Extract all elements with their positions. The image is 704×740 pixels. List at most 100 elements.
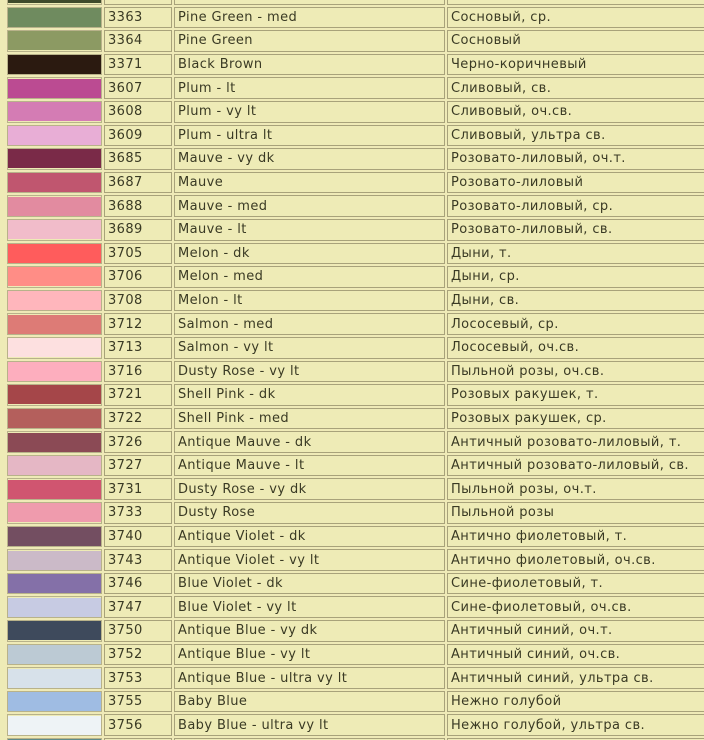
color-swatch-cell xyxy=(7,289,102,312)
thread-code: 3747 xyxy=(104,596,172,619)
color-name-english: Salmon - med xyxy=(174,313,445,335)
color-name-english: Shell Pink - dk xyxy=(174,384,445,406)
color-swatch-cell xyxy=(7,148,102,170)
color-swatch-cell xyxy=(7,407,102,430)
color-name-english: Antique Mauve - lt xyxy=(174,454,445,477)
color-name-english xyxy=(174,0,445,5)
table-row: 3687 Mauve Розовато-лиловый xyxy=(7,171,704,194)
color-swatch xyxy=(8,125,101,145)
color-swatch-cell xyxy=(7,171,102,194)
color-name-english: Dusty Rose - vy lt xyxy=(174,360,445,383)
color-swatch xyxy=(8,385,101,405)
color-swatch xyxy=(8,597,101,617)
color-swatch-cell xyxy=(7,384,102,406)
color-swatch xyxy=(8,31,101,51)
color-name-russian: Античный синий, ультра св. xyxy=(447,667,704,689)
color-swatch-cell xyxy=(7,100,102,123)
thread-code: 3363 xyxy=(104,6,172,29)
table-row: 3609 Plum - ultra lt Сливовый, ультра св. xyxy=(7,124,704,147)
thread-code: 3746 xyxy=(104,572,172,595)
color-name-russian: Розовато-лиловый, св. xyxy=(447,218,704,241)
color-name-russian: Сливовый, ультра св. xyxy=(447,124,704,147)
thread-code: 3607 xyxy=(104,77,172,99)
color-name-russian: Нежно голубой, ультра св. xyxy=(447,714,704,736)
color-swatch-cell xyxy=(7,266,102,288)
color-name-english: Baby Blue - ultra vy lt xyxy=(174,714,445,736)
color-name-russian: Черно-коричневый xyxy=(447,53,704,76)
color-name-russian: Розовато-лиловый, оч.т. xyxy=(447,148,704,170)
color-name-english: Mauve - med xyxy=(174,195,445,217)
table-row: 3608 Plum - vy lt Сливовый, оч.св. xyxy=(7,100,704,123)
color-swatch xyxy=(8,0,101,4)
color-name-russian: Дыни, ср. xyxy=(447,266,704,288)
table-row: 3712 Salmon - med Лососевый, ср. xyxy=(7,313,704,335)
thread-code: 3743 xyxy=(104,549,172,571)
thread-code: 3609 xyxy=(104,124,172,147)
color-swatch xyxy=(8,526,101,546)
color-swatch-cell xyxy=(7,242,102,265)
color-swatch xyxy=(8,220,101,240)
color-swatch xyxy=(8,456,101,476)
thread-code: 3685 xyxy=(104,148,172,170)
color-swatch xyxy=(8,361,101,381)
color-name-english: Antique Blue - vy lt xyxy=(174,643,445,666)
color-swatch-cell xyxy=(7,431,102,453)
table-row: 3363 Pine Green - med Сосновый, ср. xyxy=(7,6,704,29)
table-row: 3752 Antique Blue - vy lt Античный синий, … xyxy=(7,643,704,666)
color-swatch xyxy=(8,644,101,664)
color-name-russian: Сосновый, ср. xyxy=(447,6,704,29)
thread-code: 3689 xyxy=(104,218,172,241)
table-row: 3685 Mauve - vy dk Розовато-лиловый, оч.т. xyxy=(7,148,704,170)
table-row: 3740 Antique Violet - dk Антично фиолетовы… xyxy=(7,525,704,548)
color-swatch xyxy=(8,338,101,358)
color-name-russian: Розовато-лиловый xyxy=(447,171,704,194)
thread-code: 3722 xyxy=(104,407,172,430)
table-body: 3363 Pine Green - med Сосновый, ср. 3364 Pin… xyxy=(7,0,704,740)
table-row xyxy=(7,0,704,5)
color-name-english: Antique Blue - vy dk xyxy=(174,620,445,642)
color-name-russian: Лососевый, ср. xyxy=(447,313,704,335)
color-name-english: Pine Green - med xyxy=(174,6,445,29)
color-swatch-cell xyxy=(7,690,102,713)
color-swatch xyxy=(8,479,101,499)
table-row: 3746 Blue Violet - dk Сине-фиолетовый, т. xyxy=(7,572,704,595)
color-swatch-cell xyxy=(7,30,102,52)
color-name-english: Shell Pink - med xyxy=(174,407,445,430)
table-row: 3713 Salmon - vy lt Лососевый, оч.св. xyxy=(7,336,704,359)
color-name-russian: Античный розовато-лиловый, т. xyxy=(447,431,704,453)
color-name-russian: Античный синий, оч.т. xyxy=(447,620,704,642)
color-name-english: Pine Green xyxy=(174,30,445,52)
thread-code: 3687 xyxy=(104,171,172,194)
color-swatch-cell xyxy=(7,502,102,524)
color-name-russian: Нежно голубой xyxy=(447,690,704,713)
color-swatch-cell xyxy=(7,667,102,689)
color-swatch-cell xyxy=(7,714,102,736)
color-swatch xyxy=(8,621,101,641)
thread-code: 3731 xyxy=(104,478,172,501)
color-name-russian: Розовых ракушек, ср. xyxy=(447,407,704,430)
color-name-english: Mauve - lt xyxy=(174,218,445,241)
color-name-english: Dusty Rose xyxy=(174,502,445,524)
color-name-russian: Античный розовато-лиловый, св. xyxy=(447,454,704,477)
color-name-russian xyxy=(447,0,704,5)
thread-code: 3712 xyxy=(104,313,172,335)
thread-code: 3753 xyxy=(104,667,172,689)
thread-code: 3733 xyxy=(104,502,172,524)
color-swatch-cell xyxy=(7,336,102,359)
color-name-english: Antique Mauve - dk xyxy=(174,431,445,453)
thread-code: 3756 xyxy=(104,714,172,736)
color-swatch xyxy=(8,503,101,523)
table-row: 3721 Shell Pink - dk Розовых ракушек, т. xyxy=(7,384,704,406)
table-row: 3689 Mauve - lt Розовато-лиловый, св. xyxy=(7,218,704,241)
color-name-russian: Розовых ракушек, т. xyxy=(447,384,704,406)
color-name-russian: Сине-фиолетовый, оч.св. xyxy=(447,596,704,619)
color-swatch-cell xyxy=(7,313,102,335)
color-name-russian: Сине-фиолетовый, т. xyxy=(447,572,704,595)
color-swatch xyxy=(8,715,101,735)
color-swatch-cell xyxy=(7,643,102,666)
color-name-english: Blue Violet - dk xyxy=(174,572,445,595)
color-swatch-cell xyxy=(7,525,102,548)
color-name-english: Antique Violet - vy lt xyxy=(174,549,445,571)
color-swatch-cell xyxy=(7,124,102,147)
color-name-russian: Пыльной розы xyxy=(447,502,704,524)
